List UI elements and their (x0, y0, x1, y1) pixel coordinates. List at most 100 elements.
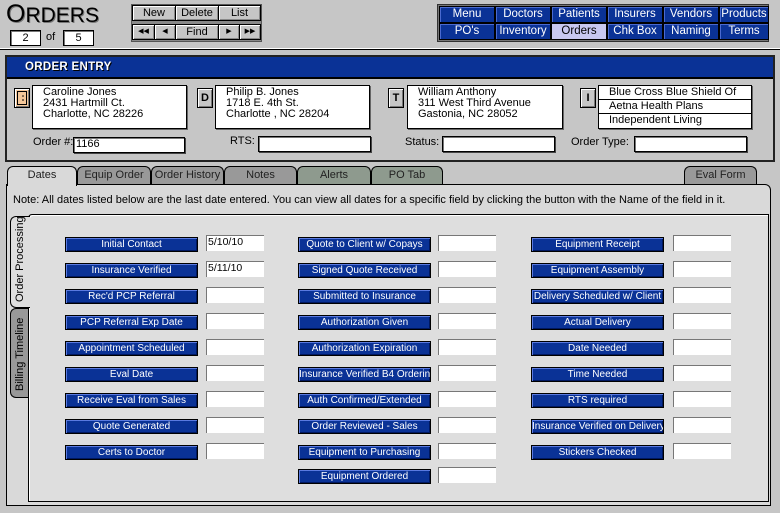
doctor-tag-button[interactable]: D (197, 88, 213, 108)
nav-doctors[interactable]: Doctors (495, 6, 551, 23)
prev-record-icon[interactable]: ◀ (154, 24, 176, 40)
equipment-ordered-date-field[interactable] (438, 467, 496, 483)
insurance-verified-on-delivery-button[interactable]: Insurance Verified on Delivery (531, 419, 664, 434)
submitted-to-insurance-button[interactable]: Submitted to Insurance (298, 289, 431, 304)
order-reviewed-sales-button[interactable]: Order Reviewed - Sales (298, 419, 431, 434)
authorization-given-button[interactable]: Authorization Given (298, 315, 431, 330)
quote-generated-date-field[interactable] (206, 417, 264, 433)
receive-eval-from-sales-date-field[interactable] (206, 391, 264, 407)
next-record-icon[interactable]: ▶ (218, 24, 240, 40)
date-needed-date-field[interactable] (673, 339, 731, 355)
insurance-tag-button[interactable]: I (580, 88, 596, 108)
quote-generated-button[interactable]: Quote Generated (65, 419, 198, 434)
insurance-item[interactable]: Aetna Health Plans (599, 100, 751, 114)
tab-dates[interactable]: Dates (7, 166, 77, 186)
tab-alerts[interactable]: Alerts (297, 166, 371, 185)
status-field[interactable] (442, 136, 555, 152)
equipment-receipt-button[interactable]: Equipment Receipt (531, 237, 664, 252)
actual-delivery-date-field[interactable] (673, 313, 731, 329)
nav-vendors[interactable]: Vendors (663, 6, 719, 23)
authorization-expiration-date-field[interactable] (438, 339, 496, 355)
tab-notes[interactable]: Notes (224, 166, 297, 185)
time-needed-date-field[interactable] (673, 365, 731, 381)
insurance-list[interactable]: Blue Cross Blue Shield Of NC Aetna Healt… (598, 85, 752, 129)
pcp-referral-exp-date-button[interactable]: PCP Referral Exp Date (65, 315, 198, 330)
insurance-verified-date-field[interactable]: 5/11/10 (206, 261, 264, 277)
certs-to-doctor-button[interactable]: Certs to Doctor (65, 445, 198, 460)
stickers-checked-date-field[interactable] (673, 443, 731, 459)
equipment-to-purchasing-date-field[interactable] (438, 443, 496, 459)
find-button[interactable]: Find (175, 24, 219, 40)
nav-menu[interactable]: Menu (439, 6, 495, 23)
nav-inventory[interactable]: Inventory (495, 23, 551, 40)
pcp-referral-exp-date-date-field[interactable] (206, 313, 264, 329)
appointment-scheduled-button[interactable]: Appointment Scheduled (65, 341, 198, 356)
equipment-ordered-button[interactable]: Equipment Ordered (298, 469, 431, 484)
tab-po[interactable]: PO Tab (371, 166, 443, 185)
new-button[interactable]: New (132, 5, 176, 21)
delivery-scheduled-w-client-date-field[interactable] (673, 287, 731, 303)
signed-quote-received-button[interactable]: Signed Quote Received (298, 263, 431, 278)
equipment-receipt-date-field[interactable] (673, 235, 731, 251)
equipment-to-purchasing-button[interactable]: Equipment to Purchasing (298, 445, 431, 460)
time-needed-button[interactable]: Time Needed (531, 367, 664, 382)
insurance-verified-b4-ordering-button[interactable]: Insurance Verified B4 Ordering (298, 367, 431, 382)
equipment-assembly-button[interactable]: Equipment Assembly (531, 263, 664, 278)
rts-required-date-field[interactable] (673, 391, 731, 407)
therapist-address[interactable]: William Anthony 311 West Third Avenue Ga… (407, 85, 563, 129)
side-tab-billing-timeline[interactable]: Billing Timeline (10, 308, 30, 398)
rts-required-button[interactable]: RTS required (531, 393, 664, 408)
tab-eval-form[interactable]: Eval Form (684, 166, 757, 185)
patient-address[interactable]: Caroline Jones 2431 Hartmill Ct. Charlot… (32, 85, 187, 129)
order-number-field[interactable]: 1166 (73, 137, 185, 153)
nav-pos[interactable]: PO's (439, 23, 495, 40)
quote-to-client-w-copays-date-field[interactable] (438, 235, 496, 251)
initial-contact-date-field[interactable]: 5/10/10 (206, 235, 264, 251)
list-button[interactable]: List (218, 5, 261, 21)
delete-button[interactable]: Delete (175, 5, 219, 21)
order-reviewed-sales-date-field[interactable] (438, 417, 496, 433)
rts-field[interactable] (258, 136, 371, 152)
receive-eval-from-sales-button[interactable]: Receive Eval from Sales (65, 393, 198, 408)
rec-d-pcp-referral-date-field[interactable] (206, 287, 264, 303)
date-needed-button[interactable]: Date Needed (531, 341, 664, 356)
insurance-item[interactable]: Blue Cross Blue Shield Of NC (599, 86, 751, 100)
quote-to-client-w-copays-button[interactable]: Quote to Client w/ Copays (298, 237, 431, 252)
nav-terms[interactable]: Terms (719, 23, 769, 40)
certs-to-doctor-date-field[interactable] (206, 443, 264, 459)
stickers-checked-button[interactable]: Stickers Checked (531, 445, 664, 460)
patient-face-icon[interactable] (14, 88, 30, 108)
nav-insurers[interactable]: Insurers (607, 6, 663, 23)
appointment-scheduled-date-field[interactable] (206, 339, 264, 355)
side-tab-order-processing[interactable]: Order Processing (10, 216, 30, 308)
tab-equip-order[interactable]: Equip Order (77, 166, 151, 185)
insurance-verified-button[interactable]: Insurance Verified (65, 263, 198, 278)
therapist-tag-button[interactable]: T (388, 88, 404, 108)
eval-date-button[interactable]: Eval Date (65, 367, 198, 382)
signed-quote-received-date-field[interactable] (438, 261, 496, 277)
tab-order-history[interactable]: Order History (151, 166, 224, 185)
nav-products[interactable]: Products (719, 6, 769, 23)
first-record-icon[interactable]: ◀◀ (132, 24, 155, 40)
last-record-icon[interactable]: ▶▶ (239, 24, 261, 40)
nav-orders[interactable]: Orders (551, 23, 607, 40)
order-type-field[interactable] (634, 136, 747, 152)
submitted-to-insurance-date-field[interactable] (438, 287, 496, 303)
doctor-address[interactable]: Philip B. Jones 1718 E. 4th St. Charlott… (215, 85, 370, 129)
authorization-expiration-button[interactable]: Authorization Expiration (298, 341, 431, 356)
nav-chk-box[interactable]: Chk Box (607, 23, 663, 40)
initial-contact-button[interactable]: Initial Contact (65, 237, 198, 252)
delivery-scheduled-w-client-button[interactable]: Delivery Scheduled w/ Client (531, 289, 664, 304)
rec-d-pcp-referral-button[interactable]: Rec'd PCP Referral (65, 289, 198, 304)
record-current-field[interactable]: 2 (10, 30, 41, 46)
nav-patients[interactable]: Patients (551, 6, 607, 23)
nav-naming[interactable]: Naming (663, 23, 719, 40)
eval-date-date-field[interactable] (206, 365, 264, 381)
auth-confirmed-extended-button[interactable]: Auth Confirmed/Extended (298, 393, 431, 408)
insurance-verified-b4-ordering-date-field[interactable] (438, 365, 496, 381)
actual-delivery-button[interactable]: Actual Delivery (531, 315, 664, 330)
equipment-assembly-date-field[interactable] (673, 261, 731, 277)
auth-confirmed-extended-date-field[interactable] (438, 391, 496, 407)
insurance-verified-on-delivery-date-field[interactable] (673, 417, 731, 433)
insurance-item[interactable]: Independent Living Rehabilitation Progra… (599, 114, 751, 128)
